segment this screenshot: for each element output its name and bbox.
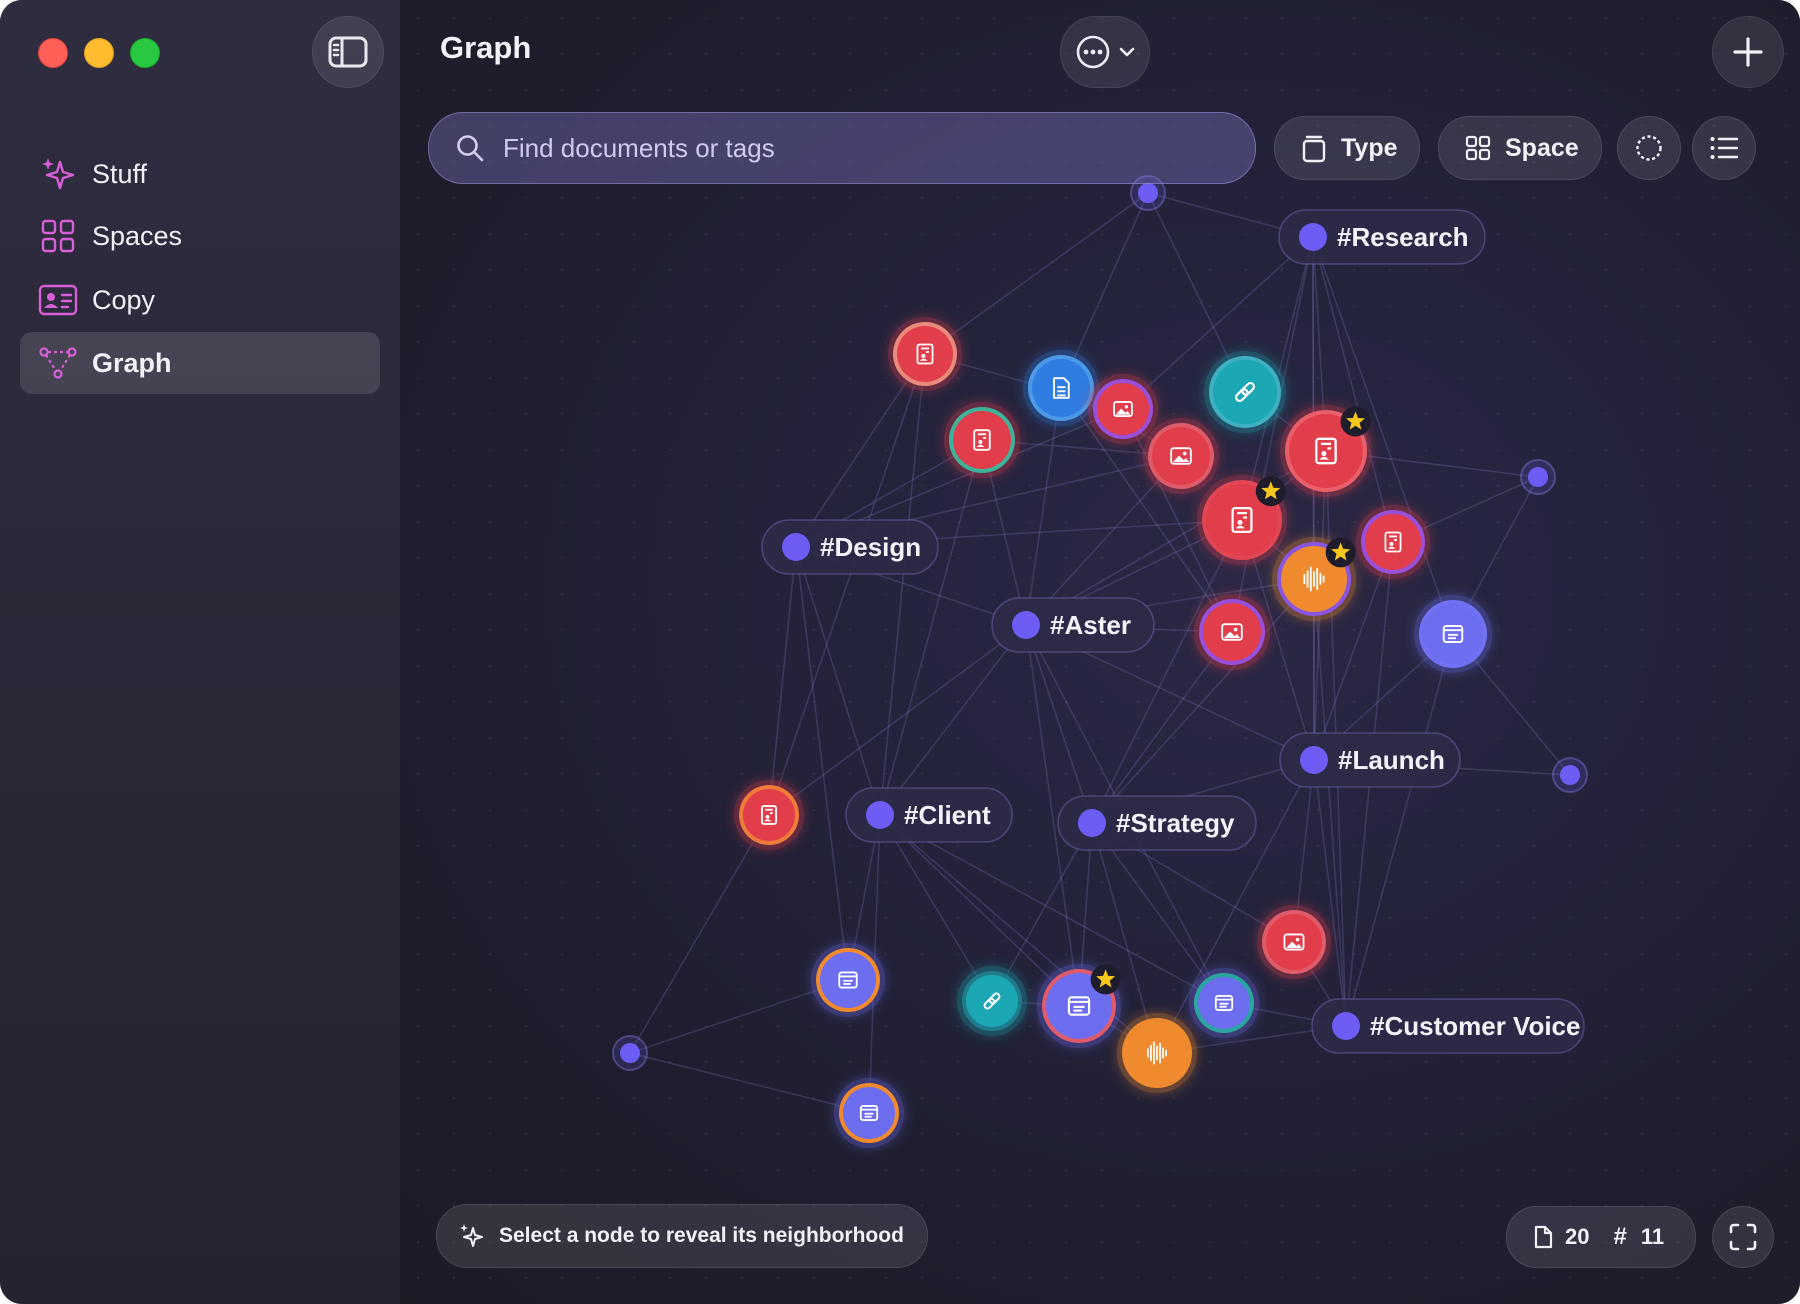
tag-dot [1012, 611, 1040, 639]
hint-text: Select a node to reveal its neighborhood [499, 1224, 904, 1247]
tag-dot [1332, 1012, 1360, 1040]
plus-icon [1733, 37, 1763, 67]
graph-edge [924, 192, 1149, 355]
cluster-toggle-button[interactable] [1617, 116, 1681, 180]
graph-node-note[interactable] [1037, 964, 1121, 1048]
more-options-button[interactable] [1060, 16, 1150, 88]
graph-node-image[interactable] [1088, 374, 1158, 444]
star-icon [1325, 537, 1356, 568]
graph-node-link[interactable] [957, 966, 1027, 1036]
page-title: Graph [440, 30, 532, 65]
dashed-circle-icon [1636, 135, 1662, 161]
graph-edge [768, 624, 1027, 816]
graph-tag-aster[interactable]: #Aster [991, 597, 1155, 653]
hint-banner: Select a node to reveal its neighborhood [436, 1204, 928, 1268]
star-icon [1340, 406, 1371, 437]
tag-count: 11 [1640, 1224, 1665, 1249]
graph-edge [629, 814, 770, 1054]
graph-tag-client[interactable]: #Client [845, 787, 1013, 843]
graph-node-link[interactable] [1204, 351, 1286, 433]
graph-edge [795, 546, 849, 981]
graph-node-contact[interactable] [1197, 475, 1287, 565]
graph-node-note[interactable] [811, 943, 885, 1017]
type-filter-button[interactable]: Type [1274, 116, 1420, 180]
graph-edge [1345, 633, 1454, 1027]
fullscreen-button[interactable] [1712, 1206, 1774, 1268]
graph-node-audio[interactable] [1272, 537, 1356, 621]
graph-node-document[interactable] [1023, 350, 1099, 426]
hash-icon: # [1613, 1223, 1627, 1250]
graph-node-image[interactable] [1194, 594, 1270, 670]
graph-edge [879, 439, 983, 816]
graph-tag-launch[interactable]: #Launch [1279, 732, 1461, 788]
list-view-button[interactable] [1692, 116, 1756, 180]
graph-node-image[interactable] [1143, 418, 1219, 494]
search-input[interactable] [501, 131, 1255, 165]
list-icon [1710, 137, 1739, 159]
graph-node-note[interactable] [1189, 968, 1259, 1038]
graph-node-contact[interactable] [944, 402, 1020, 478]
star-icon [1090, 964, 1121, 995]
tag-label: #Research [1337, 222, 1469, 252]
type-filter-label: Type [1341, 133, 1398, 162]
graph-edge [1025, 624, 1093, 824]
graph-node-contact[interactable] [734, 780, 804, 850]
sparkles-icon [460, 1224, 483, 1247]
graph-tag-customer-voice[interactable]: #Customer Voice [1311, 998, 1585, 1054]
space-filter-button[interactable]: Space [1438, 116, 1602, 180]
tag-label: #Client [904, 800, 991, 830]
graph-edge [795, 546, 881, 816]
tag-dot [782, 533, 810, 561]
graph-node-audio[interactable] [1117, 1013, 1197, 1093]
graph-dot-node[interactable] [612, 1035, 648, 1071]
graph-node-note[interactable] [834, 1078, 904, 1148]
star-icon [1255, 476, 1286, 507]
search-icon [457, 135, 484, 162]
document-icon [1534, 1225, 1553, 1249]
tag-label: #Aster [1050, 610, 1131, 640]
graph-node-contact[interactable] [1280, 405, 1372, 497]
tag-dot [1300, 746, 1328, 774]
add-button[interactable] [1712, 16, 1784, 88]
ellipsis-circle-icon [1076, 35, 1110, 69]
app-window: Stuff Spaces Copy Graph #Research #Desig… [0, 0, 1800, 1304]
graph-edge [879, 624, 1027, 816]
tag-label: #Strategy [1116, 808, 1235, 838]
tag-label: #Customer Voice [1370, 1011, 1580, 1041]
fullscreen-icon [1729, 1223, 1757, 1251]
graph-node-contact[interactable] [1356, 505, 1430, 579]
graph-count-badge: 20 # 11 [1506, 1206, 1696, 1268]
grid-icon [1465, 135, 1491, 161]
graph-node-note[interactable] [1414, 595, 1492, 673]
graph-dot-node[interactable] [1520, 459, 1556, 495]
space-filter-label: Space [1505, 133, 1579, 162]
tag-dot [866, 801, 894, 829]
graph-view[interactable]: #Research #Design #Aster #Launch #Client #Str… [0, 0, 1800, 1304]
graph-edge [629, 1052, 870, 1114]
graph-edge [879, 353, 926, 816]
tag-label: #Launch [1338, 745, 1445, 775]
stack-icon [1302, 135, 1326, 163]
tag-dot [1299, 223, 1327, 251]
search-bar[interactable] [428, 112, 1256, 184]
graph-edge [1091, 519, 1243, 824]
graph-node-contact[interactable] [888, 317, 962, 391]
document-count: 20 [1565, 1224, 1590, 1249]
tag-label: #Design [820, 532, 921, 562]
tag-dot [1078, 809, 1106, 837]
graph-tag-strategy[interactable]: #Strategy [1057, 795, 1257, 851]
graph-tag-research[interactable]: #Research [1278, 209, 1486, 265]
graph-node-image[interactable] [1257, 905, 1331, 979]
chevron-down-icon [1119, 47, 1135, 57]
graph-dot-node[interactable] [1552, 757, 1588, 793]
graph-tag-design[interactable]: #Design [761, 519, 939, 575]
